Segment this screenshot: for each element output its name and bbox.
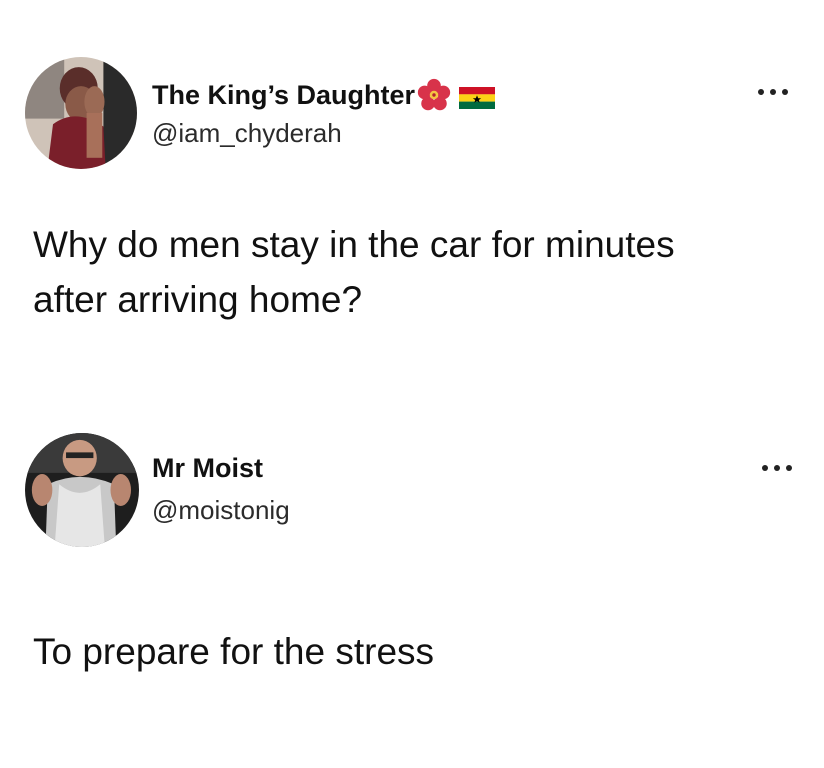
more-horizontal-icon[interactable] — [758, 86, 788, 98]
tweet-text-line: To prepare for the stress — [33, 631, 435, 672]
dot — [758, 89, 764, 95]
tweet-original: The King’s Daughter @iam_chyderah Why do… — [0, 0, 824, 380]
tweet-text: To prepare for the stress — [33, 624, 434, 679]
author-name-row[interactable]: The King’s Daughter — [152, 78, 496, 112]
dot — [782, 89, 788, 95]
tweet-text-line: after arriving home? — [33, 279, 363, 320]
flag-icon — [459, 84, 496, 109]
tweet-text-line: Why do men stay in the car for minutes — [33, 224, 675, 265]
flower-icon — [417, 78, 451, 112]
tweet-text: Why do men stay in the car for minutes a… — [33, 217, 675, 327]
author-display-name[interactable]: The King’s Daughter — [152, 79, 415, 111]
avatar[interactable] — [25, 433, 139, 547]
dot — [762, 465, 768, 471]
dot — [786, 465, 792, 471]
dot — [770, 89, 776, 95]
more-horizontal-icon[interactable] — [762, 462, 792, 474]
author-handle[interactable]: @moistonig — [152, 495, 290, 525]
author-handle[interactable]: @iam_chyderah — [152, 118, 342, 148]
avatar[interactable] — [25, 57, 137, 169]
author-display-name[interactable]: Mr Moist — [152, 452, 263, 484]
dot — [774, 465, 780, 471]
author-name-row[interactable]: Mr Moist — [152, 452, 263, 484]
tweet-reply: Mr Moist @moistonig To prepare for the s… — [0, 400, 824, 768]
